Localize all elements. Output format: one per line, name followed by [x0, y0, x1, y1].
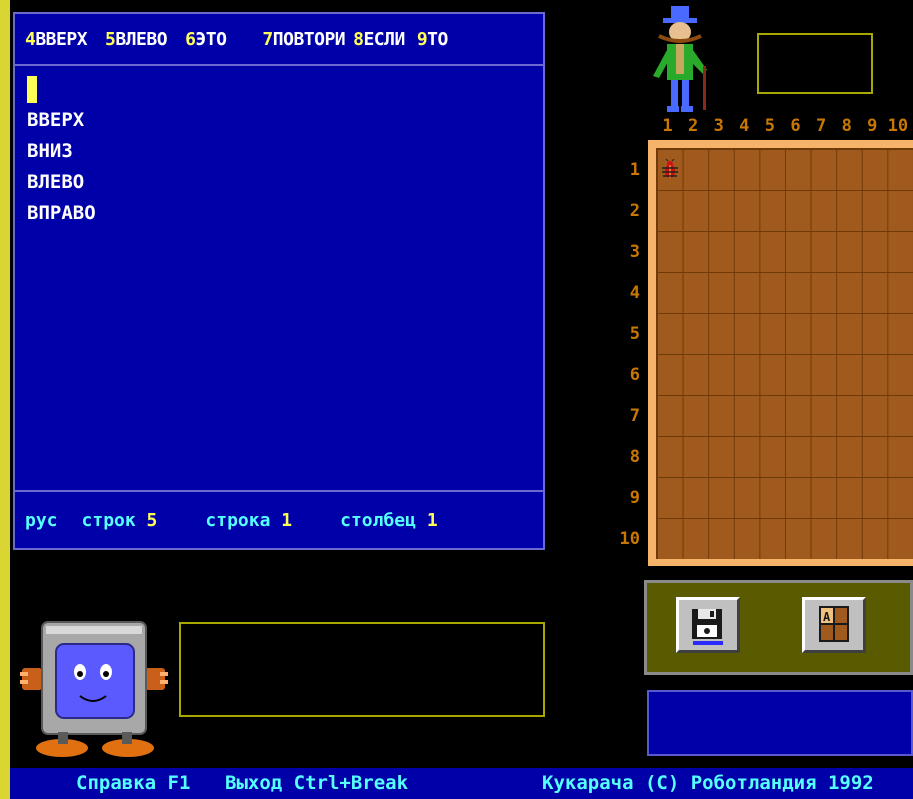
current-line-label: строка	[205, 509, 271, 531]
line-count-label: строк	[81, 509, 136, 531]
program-editor[interactable]: 4ВВЕРХ 5ВЛЕВО 6ЭТО 7ПОВТОРИ 8ЕСЛИ 9ТО ВВ…	[13, 12, 545, 550]
bottom-bar: Справка F1 Выход Ctrl+Break Кукарача (С)…	[10, 768, 913, 799]
menu-key: 5	[105, 28, 116, 50]
code-line: ВПРАВО	[27, 202, 96, 224]
menu-key: 8	[353, 28, 364, 50]
menu-label: ЕСЛИ	[363, 28, 405, 50]
copyright: Кукарача (С) Роботландия 1992	[542, 772, 874, 794]
text-cursor	[27, 76, 37, 103]
current-column-label: столбец	[340, 509, 416, 531]
code-line: ВНИЗ	[27, 140, 73, 162]
row-number: 10	[619, 529, 640, 549]
menu-label: ПОВТОРИ	[272, 28, 346, 50]
column-number: 6	[790, 116, 801, 136]
svg-text:A: A	[823, 610, 831, 624]
row-number: 4	[629, 283, 640, 303]
robot-field	[648, 140, 913, 566]
field-button[interactable]: A	[802, 597, 866, 653]
menu-item-then[interactable]: 9ТО	[416, 28, 449, 50]
column-number: 4	[739, 116, 750, 136]
menu-key: 6	[185, 28, 196, 50]
column-number: 7	[815, 116, 827, 136]
status-bar: рус строк 5 строка 1 столбец 1	[15, 490, 543, 548]
line-count: строк 5	[82, 510, 158, 531]
row-number: 9	[629, 488, 640, 508]
column-number: 5	[764, 116, 776, 136]
menu-item-repeat[interactable]: 7ПОВТОРИ	[262, 29, 345, 50]
menu-key: 9	[416, 28, 428, 50]
current-line: строка 1	[205, 510, 292, 531]
code-line: ВЛЕВО	[27, 171, 85, 193]
cockroach-robot-icon	[662, 159, 678, 178]
menu-item-up[interactable]: 4ВВЕРХ	[25, 28, 88, 50]
current-line-value: 1	[281, 509, 293, 531]
column-number: 3	[713, 116, 724, 136]
menu-item-this[interactable]: 6ЭТО	[185, 28, 227, 50]
menu-label: ЭТО	[195, 28, 227, 50]
robot-character-icon	[653, 6, 707, 112]
floppy-disk-icon	[692, 609, 723, 645]
field-grid[interactable]	[656, 148, 913, 559]
menu-label: ВЛЕВО	[115, 28, 168, 50]
row-number: 2	[629, 201, 640, 221]
tool-panel: A	[644, 580, 913, 675]
exit-hint[interactable]: Выход Ctrl+Break	[225, 772, 408, 794]
row-number: 1	[629, 160, 640, 180]
current-column: столбец 1	[340, 510, 438, 531]
menu-label: ТО	[427, 28, 448, 50]
menu-key: 7	[262, 28, 273, 50]
code-area[interactable]: ВВЕРХ ВНИЗ ВЛЕВО ВПРАВО	[27, 76, 96, 229]
computer-mascot-icon	[20, 621, 168, 757]
menu-item-left[interactable]: 5ВЛЕВО	[105, 28, 168, 50]
current-column-value: 1	[426, 509, 438, 531]
save-disk-button[interactable]	[676, 597, 740, 653]
menu-label: ВВЕРХ	[35, 28, 88, 50]
column-number: 8	[841, 116, 852, 136]
help-hint[interactable]: Справка F1	[76, 772, 190, 794]
row-number: 5	[629, 324, 640, 344]
column-number: 9	[867, 116, 878, 136]
column-numbers: 1 2 3 4 5 6 7 8 9 10	[655, 116, 913, 138]
row-number: 7	[629, 406, 640, 426]
column-number: 1	[662, 116, 673, 136]
row-number: 8	[629, 447, 640, 467]
field-grid-icon: A	[819, 606, 849, 642]
screen: 4ВВЕРХ 5ВЛЕВО 6ЭТО 7ПОВТОРИ 8ЕСЛИ 9ТО ВВ…	[10, 0, 913, 799]
language-indicator: рус	[25, 509, 58, 531]
row-number: 6	[629, 365, 640, 385]
column-number: 2	[687, 116, 699, 136]
menu-item-if[interactable]: 8ЕСЛИ	[353, 29, 405, 50]
message-box	[179, 622, 545, 717]
command-menu: 4ВВЕРХ 5ВЛЕВО 6ЭТО 7ПОВТОРИ 8ЕСЛИ 9ТО	[15, 14, 543, 66]
code-line: ВВЕРХ	[27, 109, 85, 131]
column-number: 10	[887, 116, 909, 136]
output-box	[647, 690, 913, 756]
row-numbers: 1 2 3 4 5 6 7 8 9 10	[614, 140, 644, 560]
line-count-value: 5	[146, 509, 158, 531]
row-number: 3	[629, 242, 640, 262]
info-box	[757, 33, 873, 94]
menu-key: 4	[25, 28, 36, 50]
